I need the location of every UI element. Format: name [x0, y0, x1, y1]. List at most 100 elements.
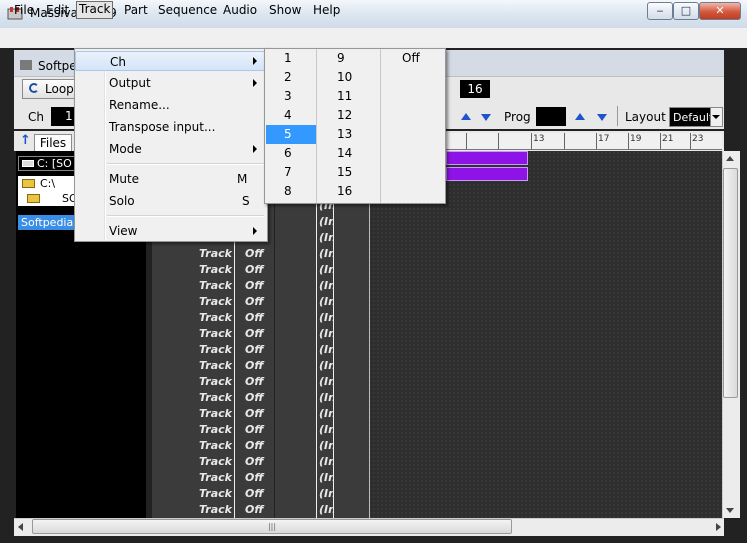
ch-option-12[interactable]: 12: [337, 106, 352, 125]
track-input[interactable]: (In: [319, 407, 333, 420]
ch-option-15[interactable]: 15: [337, 163, 352, 182]
ch-option-14[interactable]: 14: [337, 144, 352, 163]
track-name[interactable]: Track: [199, 503, 232, 516]
close-button[interactable]: ✕: [699, 2, 741, 20]
minimize-button[interactable]: ‒: [647, 2, 673, 20]
track-mute-state[interactable]: Off: [245, 359, 264, 372]
track-mute-state[interactable]: Off: [245, 311, 264, 324]
files-button[interactable]: Files: [34, 134, 72, 152]
track-input[interactable]: (In: [319, 263, 333, 276]
track-mute-state[interactable]: Off: [245, 423, 264, 436]
track-mute-state[interactable]: Off: [245, 439, 264, 452]
track-mute-state[interactable]: Off: [245, 263, 264, 276]
menu-item-solo[interactable]: Solo: [75, 191, 265, 211]
ch-option-8[interactable]: 8: [284, 182, 292, 201]
track-name[interactable]: Track: [199, 455, 232, 468]
menu-item-transpose-input[interactable]: Transpose input...: [75, 117, 265, 137]
track-mute-state[interactable]: Off: [245, 455, 264, 468]
track-mute-state[interactable]: Off: [245, 295, 264, 308]
part-block[interactable]: [446, 167, 528, 181]
menu-help[interactable]: Help: [313, 2, 340, 18]
ch-option-6[interactable]: 6: [284, 144, 292, 163]
scroll-down-icon[interactable]: [726, 508, 734, 513]
horizontal-scroll-thumb[interactable]: |||: [32, 519, 512, 534]
track-mute-state[interactable]: Off: [245, 503, 264, 516]
arrow-up-icon[interactable]: [461, 113, 471, 120]
prog-arrow-up-icon[interactable]: [575, 113, 585, 120]
menu-track[interactable]: Track: [76, 1, 114, 19]
track-name[interactable]: Track: [199, 343, 232, 356]
track-mute-state[interactable]: Off: [245, 327, 264, 340]
track-name[interactable]: Track: [199, 407, 232, 420]
track-name[interactable]: Track: [199, 423, 232, 436]
ch-option-16[interactable]: 16: [337, 182, 352, 201]
scroll-left-icon[interactable]: [18, 523, 23, 531]
track-input[interactable]: (In: [319, 279, 333, 292]
track-name[interactable]: Track: [199, 375, 232, 388]
track-name[interactable]: Track: [199, 311, 232, 324]
track-name[interactable]: Track: [199, 279, 232, 292]
ch-option-off[interactable]: Off: [402, 49, 420, 68]
track-input[interactable]: (In: [319, 471, 333, 484]
ch-option-4[interactable]: 4: [284, 106, 292, 125]
menu-show[interactable]: Show: [269, 2, 301, 18]
track-mute-state[interactable]: Off: [245, 343, 264, 356]
ch-option-9[interactable]: 9: [337, 49, 345, 68]
menu-item-view[interactable]: View: [75, 221, 265, 241]
maximize-button[interactable]: □: [673, 2, 699, 20]
menu-item-ch[interactable]: Ch: [75, 51, 265, 71]
track-input[interactable]: (In: [319, 311, 333, 324]
ch-option-2[interactable]: 2: [284, 68, 292, 87]
ch-option-3[interactable]: 3: [284, 87, 292, 106]
prog-arrow-down-icon[interactable]: [597, 114, 607, 121]
menu-file[interactable]: File: [14, 2, 34, 18]
ch-option-1[interactable]: 1: [284, 49, 292, 68]
track-name[interactable]: Track: [199, 359, 232, 372]
menu-item-mode[interactable]: Mode: [75, 139, 265, 159]
track-input[interactable]: (In: [319, 487, 333, 500]
track-name[interactable]: Track: [199, 471, 232, 484]
menu-edit[interactable]: Edit: [46, 2, 69, 18]
vertical-scroll-thumb[interactable]: [723, 168, 738, 398]
track-input[interactable]: (In: [319, 375, 333, 388]
timeline-ruler[interactable]: [446, 133, 722, 150]
track-mute-state[interactable]: Off: [245, 247, 264, 260]
ch-option-7[interactable]: 7: [284, 163, 292, 182]
menu-item-output[interactable]: Output: [75, 73, 265, 93]
track-name[interactable]: Track: [199, 247, 232, 260]
track-mute-state[interactable]: Off: [245, 487, 264, 500]
track-input[interactable]: (In: [319, 247, 333, 260]
track-input[interactable]: (In: [319, 503, 333, 516]
track-input[interactable]: (In: [319, 327, 333, 340]
track-input[interactable]: (In: [319, 455, 333, 468]
track-input[interactable]: (In: [319, 423, 333, 436]
ch-option-5[interactable]: 5: [266, 125, 316, 144]
track-name[interactable]: Track: [199, 327, 232, 340]
track-input[interactable]: (In: [319, 343, 333, 356]
ch-option-13[interactable]: 13: [337, 125, 352, 144]
track-mute-state[interactable]: Off: [245, 279, 264, 292]
ch-option-11[interactable]: 11: [337, 87, 352, 106]
track-mute-state[interactable]: Off: [245, 407, 264, 420]
track-name[interactable]: Track: [199, 263, 232, 276]
ch-value[interactable]: 1: [51, 107, 75, 126]
track-mute-state[interactable]: Off: [245, 471, 264, 484]
track-input[interactable]: (In: [319, 391, 333, 404]
track-mute-state[interactable]: Off: [245, 391, 264, 404]
track-input[interactable]: (In: [319, 231, 333, 244]
arrow-down-icon[interactable]: [481, 114, 491, 121]
menu-sequence[interactable]: Sequence: [158, 2, 217, 18]
part-block[interactable]: [446, 151, 528, 165]
track-name[interactable]: Track: [199, 439, 232, 452]
track-input[interactable]: (In: [319, 295, 333, 308]
track-name[interactable]: Track: [199, 295, 232, 308]
ch-option-10[interactable]: 10: [337, 68, 352, 87]
scroll-up-icon[interactable]: [726, 156, 734, 161]
folder-up-icon[interactable]: ↑: [20, 134, 31, 148]
menu-item-rename[interactable]: Rename...: [75, 95, 265, 115]
track-mute-state[interactable]: Off: [245, 375, 264, 388]
menu-part[interactable]: Part: [124, 2, 148, 18]
track-name[interactable]: Track: [199, 391, 232, 404]
scroll-right-icon[interactable]: [716, 523, 721, 531]
track-input[interactable]: (In: [319, 215, 333, 228]
